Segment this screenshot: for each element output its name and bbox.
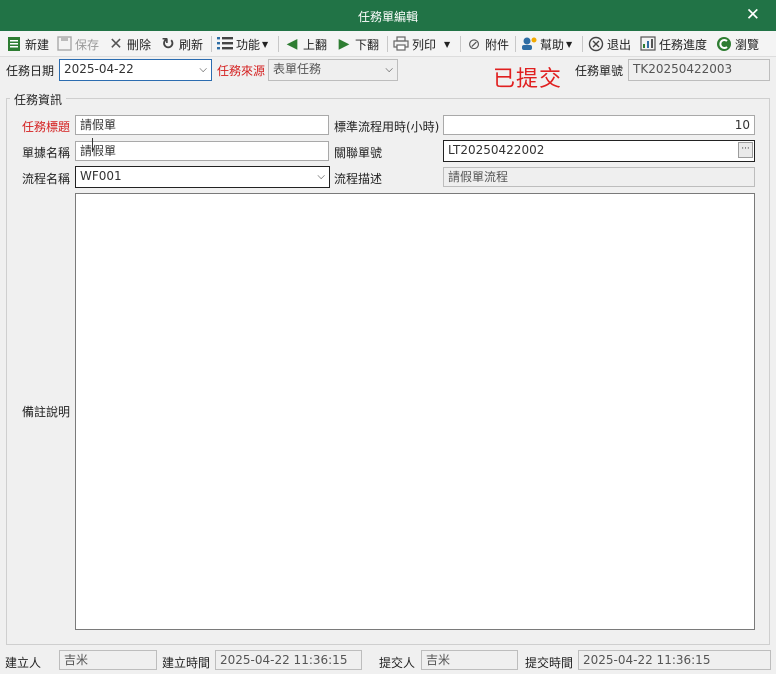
status-badge: 已提交 — [493, 67, 563, 92]
prev-label: 上翻 — [303, 37, 328, 52]
creator-label: 建立人 — [5, 656, 42, 670]
toolbar-separator — [460, 36, 461, 52]
attachment-button[interactable]: ⊘ 附件 — [466, 34, 509, 54]
flow-name-label: 流程名稱 — [22, 172, 71, 186]
text-cursor-icon — [92, 138, 98, 152]
ellipsis-icon[interactable]: ··· — [738, 142, 753, 158]
exit-label: 退出 — [607, 37, 632, 52]
toolbar-separator — [278, 36, 279, 52]
flow-name-value: WF001 — [80, 169, 122, 183]
browse-label: 瀏覽 — [735, 37, 760, 52]
created-time-field[interactable]: 2025-04-22 11:36:15 — [215, 650, 362, 670]
new-button[interactable]: 新建 — [6, 34, 49, 54]
help-menu-button[interactable]: 幫助 ▼ — [521, 34, 572, 54]
chevron-down-icon[interactable]: ⌵ — [317, 170, 325, 184]
chevron-down-icon: ▼ — [444, 39, 451, 49]
toolbar-separator — [211, 36, 212, 52]
doc-name-field[interactable]: 請假單 — [75, 141, 329, 161]
submitted-time-field[interactable]: 2025-04-22 11:36:15 — [578, 650, 771, 670]
remark-label: 備註說明 — [22, 405, 71, 419]
delete-button[interactable]: ✕ 刪除 — [108, 34, 151, 54]
submitted-time-label: 提交時間 — [525, 656, 574, 670]
new-label: 新建 — [25, 37, 50, 52]
task-source-select[interactable]: 表單任務 ⌵ — [268, 59, 398, 81]
close-icon[interactable]: ✕ — [746, 5, 760, 25]
related-no-label: 關聯單號 — [334, 146, 383, 160]
next-page-button[interactable]: ▶ 下翻 — [336, 34, 379, 54]
task-progress-button[interactable]: 任務進度 — [640, 34, 707, 54]
toolbar-separator — [387, 36, 388, 52]
prev-page-button[interactable]: ◀ 上翻 — [284, 34, 327, 54]
arrow-left-icon: ◀ — [286, 36, 298, 52]
print-button[interactable]: 列印 ▼ — [393, 34, 450, 54]
chevron-down-icon[interactable]: ⌵ — [385, 63, 393, 77]
window-titlebar: 任務單編輯 ✕ — [0, 0, 776, 31]
print-label: 列印 — [412, 37, 437, 52]
chevron-down-icon: ▼ — [262, 39, 269, 49]
task-info-group-title: 任務資訊 — [10, 91, 67, 108]
task-progress-label: 任務進度 — [659, 37, 708, 52]
toolbar: 新建 保存 ✕ 刪除 ↻ 刷新 功能 ▼ ◀ 上翻 ▶ 下翻 列印 ▼ ⊘ 附件… — [0, 31, 776, 57]
toolbar-separator — [582, 36, 583, 52]
task-date-value: 2025-04-22 — [64, 62, 134, 76]
related-no-value: LT20250422002 — [448, 143, 545, 157]
submitter-field[interactable]: 吉米 — [421, 650, 518, 670]
chart-icon — [640, 36, 656, 52]
task-no-label: 任務單號 — [575, 64, 624, 78]
refresh-button[interactable]: ↻ 刷新 — [160, 34, 203, 54]
task-date-label: 任務日期 — [6, 64, 55, 78]
exit-circle-icon — [588, 36, 604, 52]
chevron-down-icon[interactable]: ⌵ — [199, 63, 207, 77]
next-label: 下翻 — [355, 37, 380, 52]
functions-menu-button[interactable]: 功能 ▼ — [217, 34, 268, 54]
save-label: 保存 — [75, 37, 100, 52]
printer-icon — [393, 36, 409, 52]
related-no-field[interactable]: LT20250422002 ··· — [443, 140, 755, 162]
std-hours-label: 標準流程用時(小時) — [334, 120, 440, 134]
task-title-label: 任務標題 — [22, 120, 71, 134]
floppy-icon — [56, 36, 72, 52]
exit-button[interactable]: 退出 — [588, 34, 631, 54]
created-time-label: 建立時間 — [162, 656, 211, 670]
window-title: 任務單編輯 — [357, 10, 418, 24]
task-source-label: 任務來源 — [217, 64, 266, 78]
attachment-label: 附件 — [485, 37, 510, 52]
save-button[interactable]: 保存 — [56, 34, 99, 54]
paperclip-icon: ⊘ — [467, 35, 481, 53]
list-icon — [217, 36, 233, 52]
x-icon: ✕ — [109, 34, 123, 53]
creator-field[interactable]: 吉米 — [59, 650, 157, 670]
document-icon — [6, 36, 22, 52]
task-date-picker[interactable]: 2025-04-22 ⌵ — [59, 59, 212, 81]
help-label: 幫助 — [540, 37, 565, 52]
refresh-icon: ↻ — [161, 34, 175, 53]
arrow-right-icon: ▶ — [338, 36, 350, 52]
help-icon — [521, 36, 537, 52]
task-source-value: 表單任務 — [273, 62, 322, 76]
submitter-label: 提交人 — [379, 656, 416, 670]
task-no-field[interactable]: TK20250422003 — [628, 59, 770, 81]
flow-desc-label: 流程描述 — [334, 172, 383, 186]
std-hours-field[interactable]: 10 — [443, 115, 755, 135]
task-title-field[interactable]: 請假單 — [75, 115, 329, 135]
delete-label: 刪除 — [127, 37, 152, 52]
functions-label: 功能 — [236, 37, 261, 52]
chevron-down-icon: ▼ — [566, 39, 573, 49]
toolbar-separator — [515, 36, 516, 52]
flow-desc-field[interactable]: 請假單流程 — [443, 167, 755, 187]
browse-icon — [716, 36, 732, 52]
doc-name-label: 單據名稱 — [22, 146, 71, 160]
remark-textarea[interactable] — [75, 193, 755, 630]
browse-button[interactable]: 瀏覽 — [716, 34, 759, 54]
flow-name-select[interactable]: WF001 ⌵ — [75, 166, 330, 188]
refresh-label: 刷新 — [179, 37, 204, 52]
